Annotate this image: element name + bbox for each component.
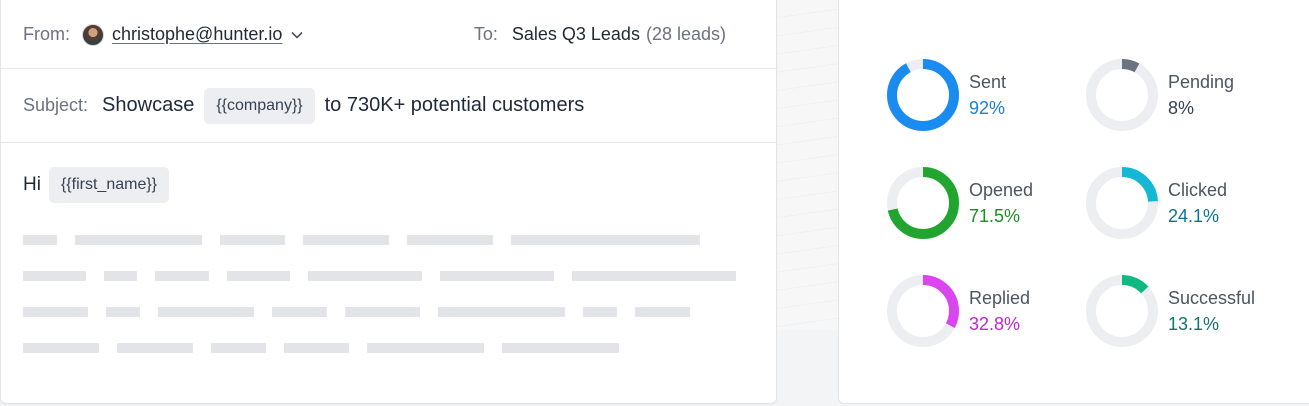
successful-donut xyxy=(1086,275,1158,347)
subject-label: Subject: xyxy=(23,95,89,115)
placeholder-bar xyxy=(367,343,484,353)
company-variable-tag[interactable]: {{company}} xyxy=(204,87,315,124)
placeholder-bar xyxy=(220,235,285,245)
placeholder-bar xyxy=(155,271,210,281)
stat-value-clicked: 24.1% xyxy=(1168,206,1220,226)
stat-label-sent: Sent xyxy=(969,72,1007,92)
placeholder-bar xyxy=(158,307,254,317)
placeholder-bar xyxy=(303,235,389,245)
subject-text-start: Showcase xyxy=(102,94,195,116)
placeholder-bar xyxy=(440,271,555,281)
placeholder-line xyxy=(23,307,754,317)
replied-donut xyxy=(887,275,959,347)
to-block: To: Sales Q3 Leads (28 leads) xyxy=(474,24,726,45)
placeholder-bar xyxy=(211,343,266,353)
stat-successful: Successful 13.1% xyxy=(1084,273,1255,349)
placeholder-line xyxy=(23,235,754,245)
stat-label-replied: Replied xyxy=(969,288,1031,308)
placeholder-bar xyxy=(227,271,291,281)
to-count: (28 leads) xyxy=(645,24,726,44)
stat-replied: Replied 32.8% xyxy=(885,273,1030,349)
placeholder-bar xyxy=(117,343,193,353)
to-list[interactable]: Sales Q3 Leads xyxy=(512,24,640,45)
placeholder-bar xyxy=(272,307,327,317)
placeholder-bar xyxy=(308,271,423,281)
placeholder-bar xyxy=(23,271,87,281)
placeholder-bar xyxy=(23,235,57,245)
background-gap xyxy=(776,330,840,406)
stat-label-pending: Pending xyxy=(1168,72,1235,92)
stat-clicked: Clicked 24.1% xyxy=(1084,165,1227,241)
stat-pending: Pending 8% xyxy=(1084,57,1234,133)
placeholder-bar xyxy=(104,271,138,281)
placeholder-bar xyxy=(345,307,420,317)
sent-donut xyxy=(887,59,959,131)
stat-value-replied: 32.8% xyxy=(969,314,1021,334)
placeholder-bar xyxy=(511,235,700,245)
placeholder-bar xyxy=(583,307,617,317)
pending-donut xyxy=(1086,59,1158,131)
placeholder-line xyxy=(23,271,754,281)
stat-label-opened: Opened xyxy=(969,180,1034,200)
sender-avatar xyxy=(82,23,104,46)
placeholder-bar xyxy=(407,235,493,245)
opened-donut xyxy=(887,167,959,239)
stat-value-sent: 92% xyxy=(969,98,1006,118)
clicked-donut xyxy=(1086,167,1158,239)
email-composer: From: christophe@hunter.io To: Sales Q3 … xyxy=(0,0,777,404)
placeholder-bar xyxy=(572,271,736,281)
subject-row[interactable]: Subject: Showcase {{company}} to 730K+ p… xyxy=(1,69,776,143)
stat-value-pending: 8% xyxy=(1168,98,1195,118)
stat-label-clicked: Clicked xyxy=(1168,180,1228,200)
email-body[interactable]: Hi {{first_name}} xyxy=(1,143,776,353)
placeholder-bar xyxy=(438,307,565,317)
placeholder-bar xyxy=(284,343,349,353)
from-row: From: christophe@hunter.io To: Sales Q3 … xyxy=(1,0,776,69)
stat-value-successful: 13.1% xyxy=(1168,314,1220,334)
stat-label-successful: Successful xyxy=(1168,288,1256,308)
placeholder-bar xyxy=(23,343,99,353)
sender-select[interactable]: christophe@hunter.io xyxy=(112,24,282,45)
donut-track xyxy=(1086,59,1158,131)
greeting-line: Hi {{first_name}} xyxy=(23,167,754,203)
placeholder-bar xyxy=(106,307,140,317)
donut-arc xyxy=(887,59,959,131)
stat-opened: Opened 71.5% xyxy=(885,165,1033,241)
placeholder-bar xyxy=(75,235,202,245)
subject-text-end: to 730K+ potential customers xyxy=(324,94,585,116)
placeholder-bar xyxy=(23,307,88,317)
campaign-stats-card: Sent 92% Pending 8% Opened 71.5% Clicked… xyxy=(838,0,1309,404)
stat-value-opened: 71.5% xyxy=(969,206,1021,226)
placeholder-bar xyxy=(635,307,690,317)
first-name-variable-tag[interactable]: {{first_name}} xyxy=(48,167,170,203)
chevron-down-icon[interactable] xyxy=(290,28,304,42)
placeholder-text-lines xyxy=(23,235,754,353)
placeholder-line xyxy=(23,343,754,353)
to-label: To: xyxy=(473,24,498,44)
greeting-text: Hi xyxy=(23,174,41,195)
placeholder-bar xyxy=(502,343,619,353)
from-label: From: xyxy=(23,24,70,44)
stat-sent: Sent 92% xyxy=(885,57,1006,133)
